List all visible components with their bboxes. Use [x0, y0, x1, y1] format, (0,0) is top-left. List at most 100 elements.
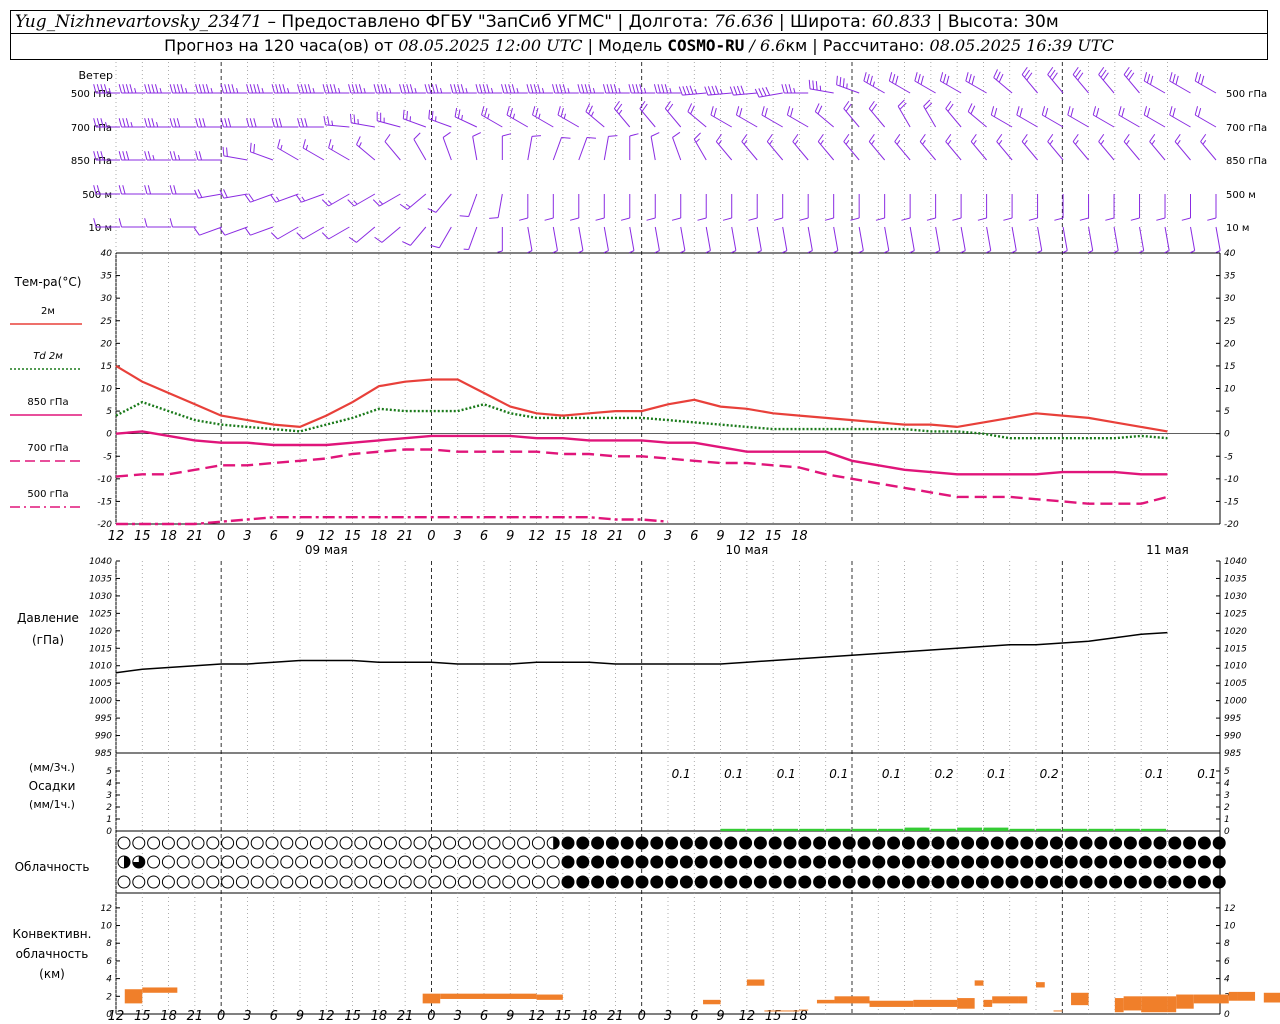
cloud-cover-symbol — [1049, 875, 1063, 889]
wind-barb-half-feather — [516, 88, 519, 94]
cloud-cover-symbol — [990, 855, 1004, 869]
wind-barb-feather — [1024, 69, 1031, 78]
wind-barb-feather — [435, 84, 439, 94]
cloud-fill — [1198, 876, 1211, 888]
cloud-cover-symbol — [295, 855, 309, 869]
cloud-circle — [206, 836, 220, 850]
pressure-tick-label: 1010 — [89, 662, 112, 672]
wind-barb-half-feather — [261, 88, 264, 94]
cloud-cover-symbol — [413, 855, 427, 869]
cloud-cover-symbol — [1197, 836, 1211, 850]
wind-barb-feather — [532, 106, 536, 116]
cloud-circle — [428, 855, 442, 869]
time-axis-label: 12 — [739, 529, 756, 544]
wind-barb-feather — [863, 72, 867, 82]
wind-barb-half-feather — [1151, 139, 1156, 145]
cloud-cover-symbol — [561, 875, 575, 889]
wind-barb-feather — [970, 133, 977, 142]
cloud-fill — [991, 876, 1004, 888]
wind-barb-feather — [875, 217, 885, 221]
wind-barb — [438, 226, 452, 249]
temp-tick-label: 15 — [101, 362, 113, 372]
time-axis-label-bottom: 12 — [318, 1009, 335, 1024]
cloud-circle — [221, 875, 235, 889]
cloud-circle — [280, 855, 294, 869]
wind-barb — [1011, 226, 1017, 251]
conv-cloud-bar — [440, 993, 537, 999]
cloud-fill — [1035, 876, 1048, 888]
wind-barb-feather — [399, 203, 408, 210]
wind-barb-feather — [704, 86, 709, 96]
cloud-fill — [946, 876, 959, 888]
wind-barb-feather — [610, 84, 614, 94]
cloud-fill — [976, 837, 989, 849]
precip-bar — [1062, 828, 1088, 831]
wind-barb-feather — [1054, 217, 1064, 221]
wind-barb-feather — [758, 88, 764, 97]
cloud-circle — [324, 875, 338, 889]
wind-barb-feather — [173, 185, 177, 195]
cloud-cover-symbol — [1153, 855, 1167, 869]
cloud-cover-symbol — [457, 855, 471, 869]
cloud-fill — [1139, 837, 1152, 849]
wind-barb — [909, 226, 915, 251]
precip-tick-label-right: 0 — [1224, 827, 1230, 837]
cloud-fill — [606, 856, 619, 868]
precip-bar — [904, 827, 930, 831]
wind-barb-feather — [377, 84, 381, 94]
cloud-cover-symbol — [147, 875, 161, 889]
cloud-fill — [576, 856, 589, 868]
wind-barb-feather — [122, 185, 126, 195]
wind-level-label: 850 гПа — [71, 156, 112, 167]
cloud-cover-symbol — [383, 875, 397, 889]
pressure-tick-label-right: 1035 — [1224, 574, 1247, 584]
wind-barb — [224, 226, 248, 236]
wind-barb-feather — [657, 84, 661, 94]
cloud-fill — [1183, 837, 1196, 849]
wind-barb-feather — [968, 73, 972, 83]
cloud-circle — [147, 875, 161, 889]
cloud-cover-symbol — [605, 875, 619, 889]
cloud-cover-symbol — [161, 836, 175, 850]
cloud-cover-symbol — [827, 855, 841, 869]
cloud-cover-symbol — [1020, 855, 1034, 869]
pressure-tick-label: 990 — [95, 732, 112, 742]
time-axis-label-bottom: 0 — [217, 1009, 225, 1024]
cloud-cover-symbol — [147, 836, 161, 850]
conv-cloud-bar — [974, 980, 984, 986]
wind-barb-half-feather — [820, 139, 824, 145]
cloud-cover-symbol — [1109, 855, 1123, 869]
wind-barb-feather — [198, 84, 203, 94]
wind-barb-feather — [967, 103, 973, 112]
time-axis-label: 21 — [187, 529, 204, 544]
cloud-cover-symbol — [679, 855, 693, 869]
time-axis-label-bottom: 6 — [480, 1009, 488, 1024]
cloud-cover-symbol — [665, 836, 679, 850]
cloud-circle — [517, 855, 531, 869]
cloud-cover-symbol — [946, 855, 960, 869]
precip-value-label: 0.1 — [724, 767, 743, 781]
cloud-fill — [917, 856, 930, 868]
cloud-fill — [562, 876, 574, 888]
cloud-cover-symbol — [709, 875, 723, 889]
cloud-cover-symbol — [265, 875, 279, 889]
cloud-circle — [398, 875, 412, 889]
cloud-cover-symbol — [502, 836, 516, 850]
precip-tick-label-right: 4 — [1224, 779, 1230, 789]
cloud-fill — [784, 837, 796, 849]
cloud-circle — [517, 875, 531, 889]
time-axis-label-bottom: 15 — [134, 1009, 151, 1024]
wind-barb-feather — [1092, 106, 1097, 116]
cloud-circle — [487, 855, 501, 869]
wind-barb-feather — [501, 84, 505, 94]
cloud-fill — [946, 837, 959, 849]
wind-barb-feather — [1026, 72, 1033, 81]
cloud-circle — [132, 875, 146, 889]
conv-tick-label: 0 — [106, 1010, 112, 1020]
temp-tick-label: -10 — [97, 475, 112, 485]
time-axis-label: 3 — [664, 529, 672, 544]
wind-barb-feather — [766, 133, 773, 142]
wind-barb-feather — [122, 151, 126, 161]
cloud-cover-symbol — [709, 836, 723, 850]
cloud-cover-symbol — [620, 855, 634, 869]
